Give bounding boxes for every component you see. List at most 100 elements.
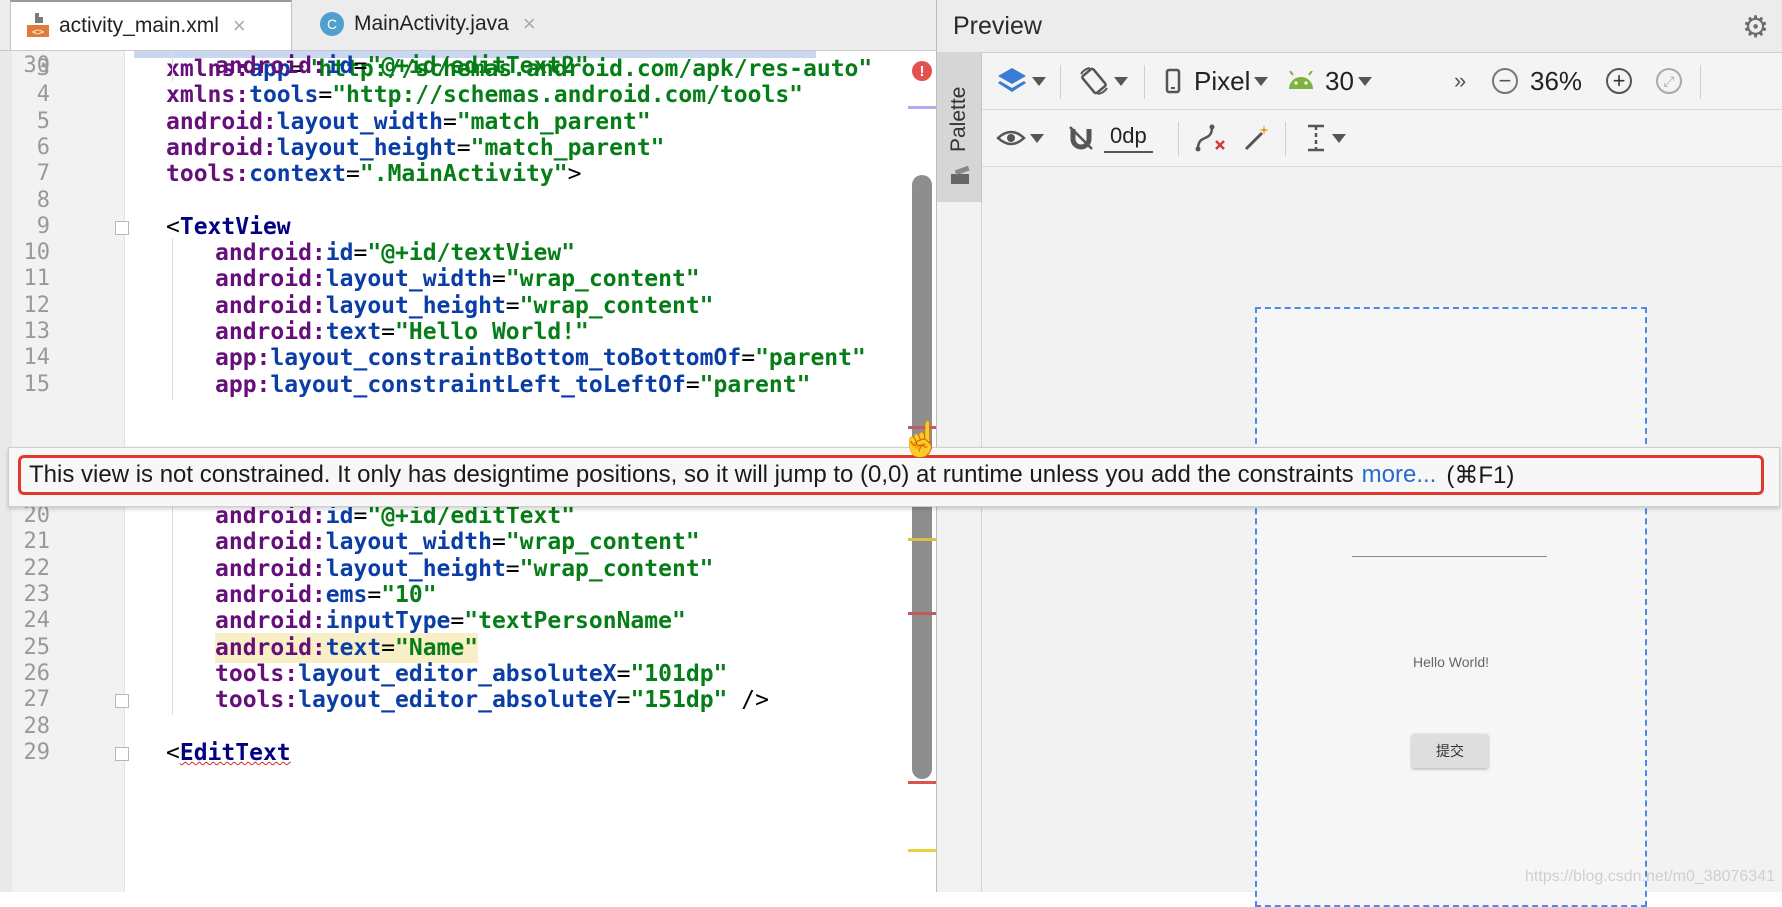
code-token: "textPersonName" <box>464 608 686 635</box>
chevron-down-icon <box>1032 76 1046 86</box>
fold-marker-icon[interactable] <box>115 694 129 709</box>
code-line[interactable]: 15 app:layout_constraintLeft_toLeftOf="pa… <box>0 369 936 400</box>
palette-side-tab[interactable]: Palette <box>937 52 982 202</box>
shortcut-hint: (⌘F1) <box>1446 461 1515 489</box>
editor-tab-bar: <> activity_main.xml × C MainActivity.ja… <box>0 0 936 51</box>
zoom-out-icon: − <box>1492 68 1518 94</box>
line-number: 15 <box>23 371 51 397</box>
tab-activity-main-xml[interactable]: <> activity_main.xml × <box>10 0 292 50</box>
device-name: Pixel <box>1194 65 1251 96</box>
submit-button-preview[interactable]: 提交 <box>1412 734 1488 768</box>
code-token: "wrap_content" <box>505 266 700 293</box>
zoom-out-button[interactable]: − <box>1492 68 1518 94</box>
code-token: android: <box>215 529 326 556</box>
code-token: = <box>381 634 396 661</box>
code-token: app: <box>215 345 271 372</box>
code-token: layout_width <box>276 108 443 135</box>
layers-dropdown[interactable] <box>996 66 1046 96</box>
zoom-to-fit-button[interactable]: ⤢ <box>1656 68 1682 94</box>
clear-constraints-button[interactable] <box>1194 123 1228 153</box>
zoom-in-button[interactable]: + <box>1606 68 1632 94</box>
code-token: android: <box>215 582 326 608</box>
view-options-dropdown[interactable] <box>996 128 1044 148</box>
code-token: = <box>450 608 465 635</box>
guidelines-dropdown[interactable] <box>1304 123 1346 153</box>
overflow-menu-icon[interactable]: » <box>1454 68 1466 94</box>
api-level-dropdown[interactable]: 30 <box>1287 66 1372 97</box>
scroll-marker[interactable] <box>908 781 936 784</box>
scroll-marker[interactable] <box>908 612 936 615</box>
line-number: 29 <box>23 739 51 765</box>
code-text: android:id="@+id/editText2" <box>215 51 589 81</box>
device-dropdown[interactable]: Pixel <box>1162 65 1269 97</box>
code-token: = <box>616 660 631 687</box>
code-token: "wrap_content" <box>505 529 700 556</box>
textview-preview[interactable]: Hello World! <box>1257 654 1645 670</box>
magic-wand-icon <box>1244 125 1269 151</box>
design-canvas[interactable]: Hello World! 提交 https://blog.csdn.net/m0… <box>982 168 1782 907</box>
code-token: tools: <box>215 660 299 687</box>
scroll-marker[interactable] <box>908 849 936 852</box>
gear-icon[interactable]: ⚙ <box>1742 10 1769 45</box>
fold-marker-icon[interactable] <box>115 220 129 235</box>
close-tab-icon[interactable]: × <box>233 13 246 39</box>
fold-marker-icon[interactable] <box>115 746 129 761</box>
code-token: = <box>346 161 360 188</box>
code-token: < <box>166 213 180 240</box>
preview-header: Preview ⚙ <box>937 0 1782 53</box>
code-token: layout_height <box>325 555 506 582</box>
code-token: android: <box>215 266 326 293</box>
code-token: layout_editor_absoluteY <box>298 687 617 714</box>
tab-mainactivity-java[interactable]: C MainActivity.java × <box>292 0 568 48</box>
edittext-preview[interactable] <box>1352 556 1547 557</box>
device-frame[interactable]: Hello World! 提交 <box>1255 307 1647 907</box>
hand-cursor-icon: ☝ <box>900 421 943 459</box>
code-token: > <box>567 161 582 188</box>
code-token: xmlns: <box>166 82 250 109</box>
toolbar-separator <box>1700 65 1701 99</box>
orientation-dropdown[interactable] <box>1078 66 1128 96</box>
code-token: "151dp" <box>630 687 728 714</box>
palette-panel-strip <box>937 202 982 892</box>
more-link[interactable]: more... <box>1362 461 1437 489</box>
watermark: https://blog.csdn.net/m0_38076341 <box>1525 868 1775 885</box>
api-level: 30 <box>1325 65 1354 96</box>
autoconnect-toggle[interactable] <box>1066 123 1096 153</box>
code-token: EditText <box>179 739 291 766</box>
code-token: android: <box>215 608 326 635</box>
code-line[interactable]: 30 android:id="@+id/editText2" <box>0 51 936 81</box>
preview-panel: Preview ⚙ Palette Pixel 30 » − 36% + ⤢ 0… <box>936 0 1782 907</box>
code-token: = <box>616 687 631 714</box>
scroll-marker[interactable] <box>908 106 936 109</box>
close-tab-icon[interactable]: × <box>523 11 536 37</box>
code-token: "101dp" <box>630 660 728 687</box>
code-line[interactable]: 29 <EditText <box>0 738 936 768</box>
code-token: text <box>325 634 382 661</box>
default-margin-value[interactable]: 0dp <box>1104 123 1153 153</box>
code-token: android: <box>166 108 277 135</box>
phone-icon <box>1165 68 1181 94</box>
code-token: = <box>456 134 471 161</box>
code-token: tools: <box>215 687 299 714</box>
code-token: "wrap_content" <box>519 555 714 582</box>
xml-file-icon: <> <box>27 13 49 38</box>
chevron-down-icon <box>1332 133 1346 143</box>
code-token: = <box>318 82 333 109</box>
clear-constraints-icon <box>1195 124 1225 152</box>
toolbar-separator <box>1178 122 1179 156</box>
code-token: = <box>491 266 506 293</box>
code-token: "http://schemas.android.com/tools" <box>332 82 804 109</box>
code-token: "match_parent" <box>470 134 665 161</box>
scroll-marker[interactable] <box>908 538 936 541</box>
infer-constraints-button[interactable] <box>1242 123 1272 153</box>
code-token: id <box>325 53 354 79</box>
code-token: = <box>381 319 396 345</box>
code-token: = <box>353 240 368 267</box>
tab-label: activity_main.xml <box>59 14 219 37</box>
code-token: = <box>685 371 700 398</box>
android-icon <box>1289 71 1313 89</box>
code-token: "10" <box>381 582 437 608</box>
error-indicator-icon[interactable]: ! <box>912 61 932 81</box>
layers-icon <box>998 68 1026 92</box>
code-token: = <box>353 53 368 79</box>
